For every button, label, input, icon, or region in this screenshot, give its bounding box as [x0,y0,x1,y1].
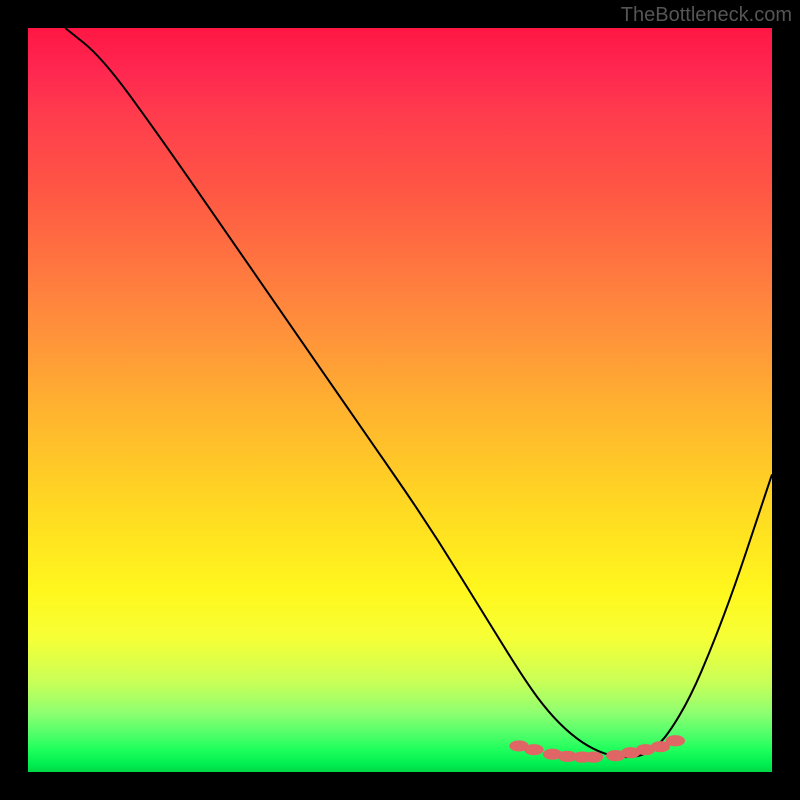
bottleneck-curve-line [65,28,772,757]
watermark-text: TheBottleneck.com [621,4,792,27]
marker-dot [524,744,543,755]
optimal-zone-markers [509,735,685,763]
marker-dot [666,735,685,746]
chart-plot-area [28,28,772,772]
chart-svg [28,28,772,772]
marker-dot [584,752,603,763]
